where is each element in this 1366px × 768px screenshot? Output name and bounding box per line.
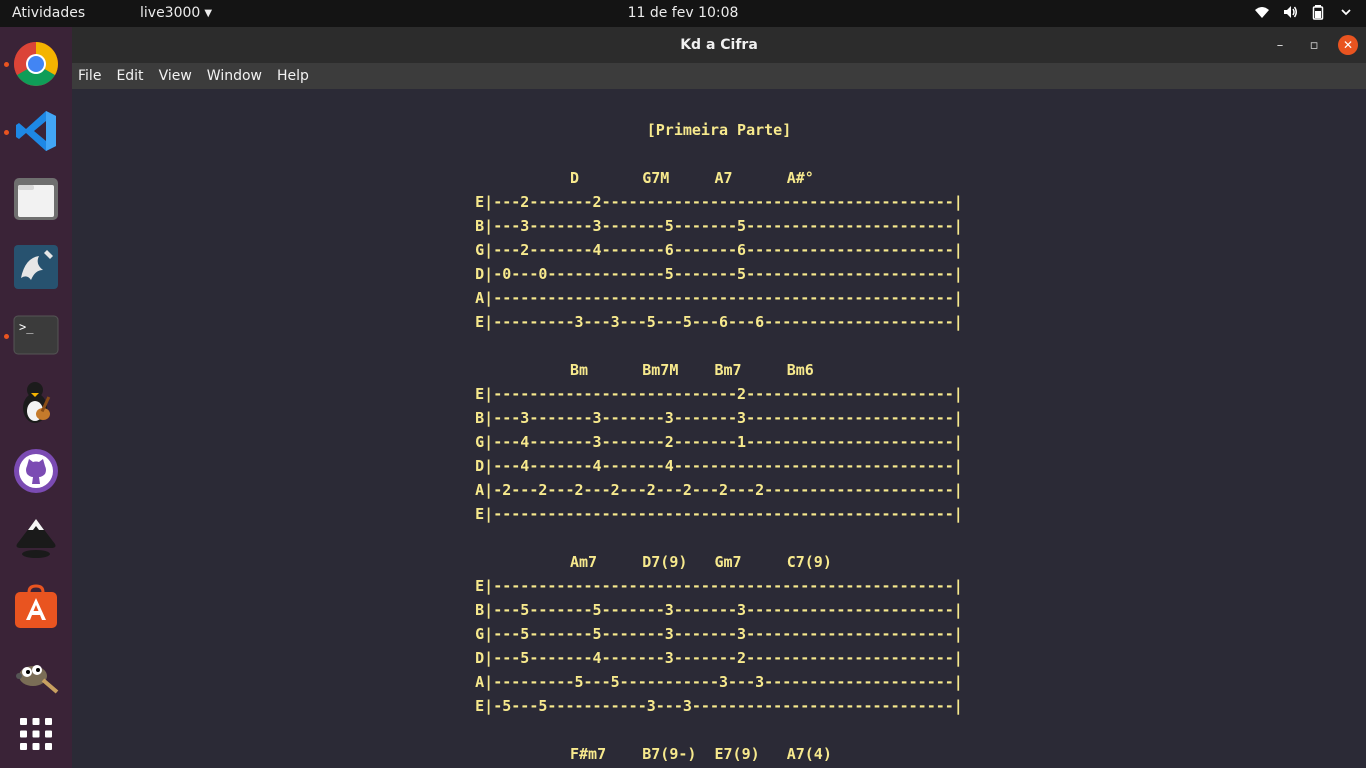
dock-inkscape[interactable]: [12, 515, 60, 563]
tab-line: [Primeira Parte]: [646, 121, 792, 139]
menu-help[interactable]: Help: [277, 68, 309, 84]
dock-chrome[interactable]: [12, 40, 60, 88]
tab-line: E|---------3---3---5---5---6---6--------…: [475, 313, 963, 331]
maximize-icon: ▫: [1309, 37, 1319, 53]
dock-gimp[interactable]: [12, 651, 60, 699]
app-menu[interactable]: live3000 ▼: [140, 5, 212, 21]
show-apps-icon: [20, 718, 52, 750]
dock: >_: [0, 27, 72, 768]
tab-line: A|--------------------------------------…: [475, 289, 963, 307]
system-tray[interactable]: [1254, 4, 1354, 20]
dock-tux-guitar[interactable]: [12, 379, 60, 427]
running-indicator: [4, 130, 9, 135]
tab-line: B|---5-------5-------3-------3----------…: [475, 601, 963, 619]
tab-line: [72, 718, 1366, 742]
tab-line: G|---2-------4-------6-------6----------…: [475, 241, 963, 259]
menu-bar: File Edit View Window Help: [72, 63, 1366, 89]
caret-down-icon: ▼: [204, 8, 213, 19]
files-icon: [14, 178, 58, 220]
app-menu-label: live3000: [140, 5, 201, 21]
dock-github[interactable]: [12, 447, 60, 495]
dock-vscode[interactable]: [12, 107, 60, 155]
close-button[interactable]: ✕: [1338, 35, 1358, 55]
top-bar: Atividades live3000 ▼ 11 de fev 10:08: [0, 0, 1366, 27]
title-bar[interactable]: Kd a Cifra – ▫ ✕: [72, 27, 1366, 63]
dock-mysql-workbench[interactable]: [12, 243, 60, 291]
menu-window[interactable]: Window: [207, 68, 262, 84]
gimp-icon: [16, 665, 59, 694]
tab-line: D|---5-------4-------3-------2----------…: [475, 649, 963, 667]
tab-line: F#m7 B7(9-) E7(9) A7(4): [479, 745, 959, 763]
tab-line: E|--------------------------------------…: [475, 505, 963, 523]
tab-line: [72, 334, 1366, 358]
tab-line: E|-5---5-----------3---3----------------…: [475, 697, 963, 715]
activities-button[interactable]: Atividades: [12, 5, 85, 21]
github-icon: [14, 449, 58, 493]
app-window: Kd a Cifra – ▫ ✕ File Edit View Window H…: [72, 27, 1366, 768]
tab-line: B|---3-------3-------5-------5----------…: [475, 217, 963, 235]
close-icon: ✕: [1342, 38, 1354, 52]
tab-content[interactable]: [Primeira Parte] D G7M A7 A#° E|---2----…: [72, 89, 1366, 768]
chevron-down-icon: [1338, 4, 1354, 20]
tab-line: D|---4-------4-------4------------------…: [475, 457, 963, 475]
mysql-workbench-icon: [14, 245, 58, 289]
minimize-button[interactable]: –: [1270, 35, 1290, 55]
tab-line: Am7 D7(9) Gm7 C7(9): [479, 553, 959, 571]
menu-view[interactable]: View: [159, 68, 192, 84]
dock-terminal[interactable]: >_: [12, 311, 60, 359]
running-indicator: [4, 62, 9, 67]
battery-icon: [1310, 4, 1326, 20]
vscode-icon: [16, 111, 56, 151]
dock-app-store[interactable]: [12, 583, 60, 631]
wifi-icon: [1254, 4, 1270, 20]
tab-line: G|---4-------3-------2-------1----------…: [475, 433, 963, 451]
menu-edit[interactable]: Edit: [116, 68, 143, 84]
maximize-button[interactable]: ▫: [1304, 35, 1324, 55]
guitar-tab-text: [Primeira Parte] D G7M A7 A#° E|---2----…: [72, 118, 1366, 766]
inkscape-icon: [16, 519, 56, 558]
tab-line: A|---------5---5-----------3---3--------…: [475, 673, 963, 691]
tab-line: [72, 142, 1366, 166]
tab-line: B|---3-------3-------3-------3----------…: [475, 409, 963, 427]
tab-line: A|-2---2---2---2---2---2---2---2--------…: [475, 481, 963, 499]
minimize-icon: –: [1276, 37, 1284, 53]
tab-line: E|---------------------------2----------…: [475, 385, 963, 403]
tab-line: [72, 526, 1366, 550]
terminal-icon: >_: [13, 315, 59, 355]
tab-line: G|---5-------5-------3-------3----------…: [475, 625, 963, 643]
tab-line: D|-0---0-------------5-------5----------…: [475, 265, 963, 283]
tab-line: D G7M A7 A#°: [479, 169, 959, 187]
volume-icon: [1282, 4, 1298, 20]
dock-show-apps[interactable]: [12, 710, 60, 758]
window-title: Kd a Cifra: [680, 37, 758, 53]
chrome-icon: [14, 42, 58, 86]
tab-line: E|--------------------------------------…: [475, 577, 963, 595]
clock[interactable]: 11 de fev 10:08: [628, 5, 739, 21]
tab-line: Bm Bm7M Bm7 Bm6: [479, 361, 959, 379]
svg-text:>_: >_: [19, 320, 34, 334]
tux-guitar-icon: [23, 382, 51, 423]
running-indicator: [4, 334, 9, 339]
menu-file[interactable]: File: [78, 68, 101, 84]
app-store-icon: [15, 584, 57, 628]
dock-files[interactable]: [12, 175, 60, 223]
tab-line: E|---2-------2--------------------------…: [475, 193, 963, 211]
